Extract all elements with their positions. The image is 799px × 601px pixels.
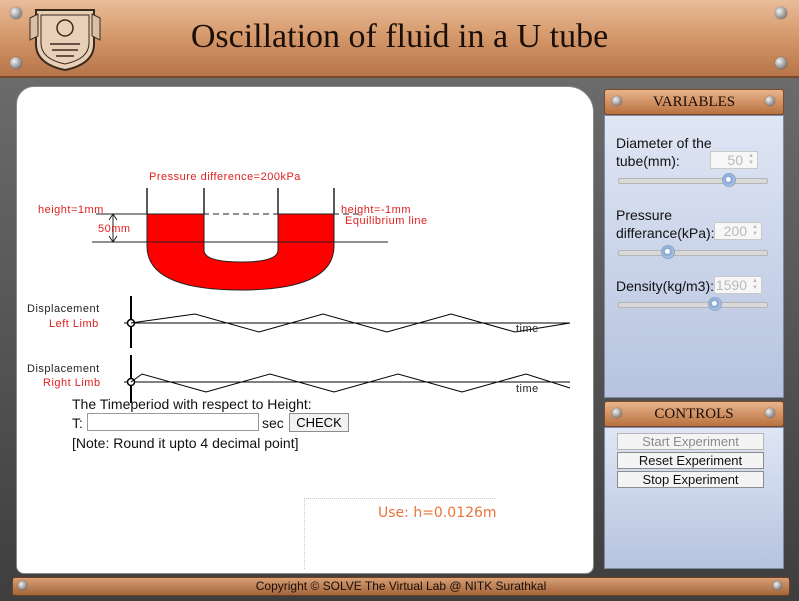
left-height-label: height=1mm [38, 204, 104, 216]
start-experiment-button[interactable]: Start Experiment [617, 433, 764, 450]
check-button[interactable]: CHECK [289, 413, 349, 432]
slider-thumb[interactable] [721, 173, 736, 187]
timeperiod-input[interactable] [87, 413, 259, 431]
screw-icon [775, 57, 787, 69]
reset-experiment-button[interactable]: Reset Experiment [617, 452, 764, 469]
controls-title: CONTROLS [654, 406, 734, 422]
t-label: T: [72, 415, 83, 431]
left-graph-limb: Left Limb [49, 318, 99, 330]
screw-icon [765, 96, 775, 106]
diameter-input[interactable]: 50 ▲ ▼ [710, 151, 758, 169]
fluid-fill [146, 213, 335, 291]
screw-icon [612, 408, 622, 418]
right-graph-title: Displacement [27, 363, 100, 375]
screw-icon [773, 581, 782, 590]
pressure-var-label: Pressure differance(kPa): [616, 207, 715, 241]
variables-title: VARIABLES [652, 94, 736, 110]
pressure-label: Pressure difference=200kPa [149, 171, 301, 183]
diameter-slider[interactable] [618, 173, 768, 187]
pressure-input[interactable]: 200 ▲ ▼ [714, 222, 762, 240]
unit-label: sec [262, 415, 284, 431]
equilibrium-label: Equilibrium line [345, 215, 428, 227]
rounding-note: [Note: Round it upto 4 decimal point] [72, 435, 299, 451]
controls-panel-header: CONTROLS [604, 401, 784, 427]
copyright-text: Copyright © SOLVE The Virtual Lab @ NITK… [255, 579, 547, 593]
screw-icon [765, 408, 775, 418]
density-label: Density(kg/m3): [616, 278, 715, 294]
screw-icon [18, 581, 27, 590]
hint-text: Use: h=0.0126m [378, 505, 497, 521]
density-slider[interactable] [618, 297, 768, 311]
slider-thumb[interactable] [660, 245, 675, 259]
screw-icon [612, 96, 622, 106]
variables-panel-header: VARIABLES [604, 89, 784, 115]
right-graph-axis: time [516, 383, 539, 395]
stop-experiment-button[interactable]: Stop Experiment [617, 471, 764, 488]
diameter-label: Diameter of the tube(mm): [616, 135, 712, 169]
density-input[interactable]: 1590 ▲ ▼ [714, 276, 762, 294]
left-graph-title: Displacement [27, 303, 100, 315]
fluid-height-label: 50mm [98, 223, 131, 235]
left-graph-axis: time [516, 323, 539, 335]
spinner-icon[interactable]: ▲ ▼ [746, 153, 756, 167]
question-prompt: The Timeperiod with respect to Height: [72, 396, 312, 412]
screw-icon [775, 7, 787, 19]
footer: Copyright © SOLVE The Virtual Lab @ NITK… [12, 577, 790, 596]
pressure-slider[interactable] [618, 245, 768, 259]
spinner-icon[interactable]: ▲ ▼ [750, 278, 760, 292]
spinner-icon[interactable]: ▲ ▼ [750, 224, 760, 238]
right-graph-limb: Right Limb [43, 377, 101, 389]
